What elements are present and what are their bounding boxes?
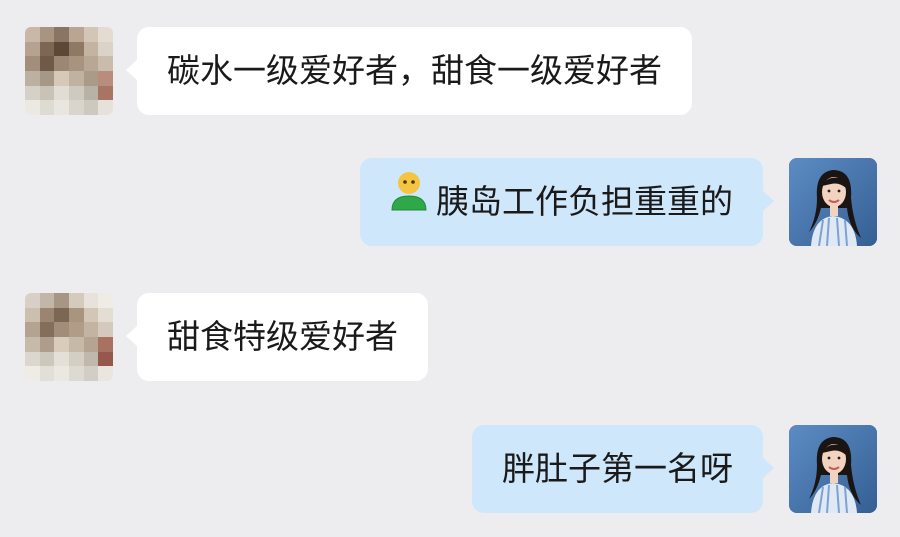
message-text: 甜食特级爱好者 bbox=[167, 317, 398, 356]
message-text: 胰岛工作负担重重的 bbox=[436, 182, 733, 221]
message-bubble[interactable]: 胰岛工作负担重重的 bbox=[360, 157, 774, 246]
avatar[interactable] bbox=[25, 27, 113, 115]
person-emoji-icon bbox=[386, 157, 432, 245]
avatar[interactable] bbox=[789, 158, 877, 246]
message-bubble[interactable]: 碳水一级爱好者，甜食一级爱好者 bbox=[126, 27, 692, 115]
avatar[interactable] bbox=[789, 425, 877, 513]
message-bubble[interactable]: 甜食特级爱好者 bbox=[126, 293, 428, 381]
message-bubble[interactable]: 胖肚子第一名呀 bbox=[472, 425, 774, 513]
message-text: 胖肚子第一名呀 bbox=[502, 449, 733, 488]
avatar[interactable] bbox=[25, 293, 113, 381]
message-text: 碳水一级爱好者，甜食一级爱好者 bbox=[167, 51, 662, 90]
